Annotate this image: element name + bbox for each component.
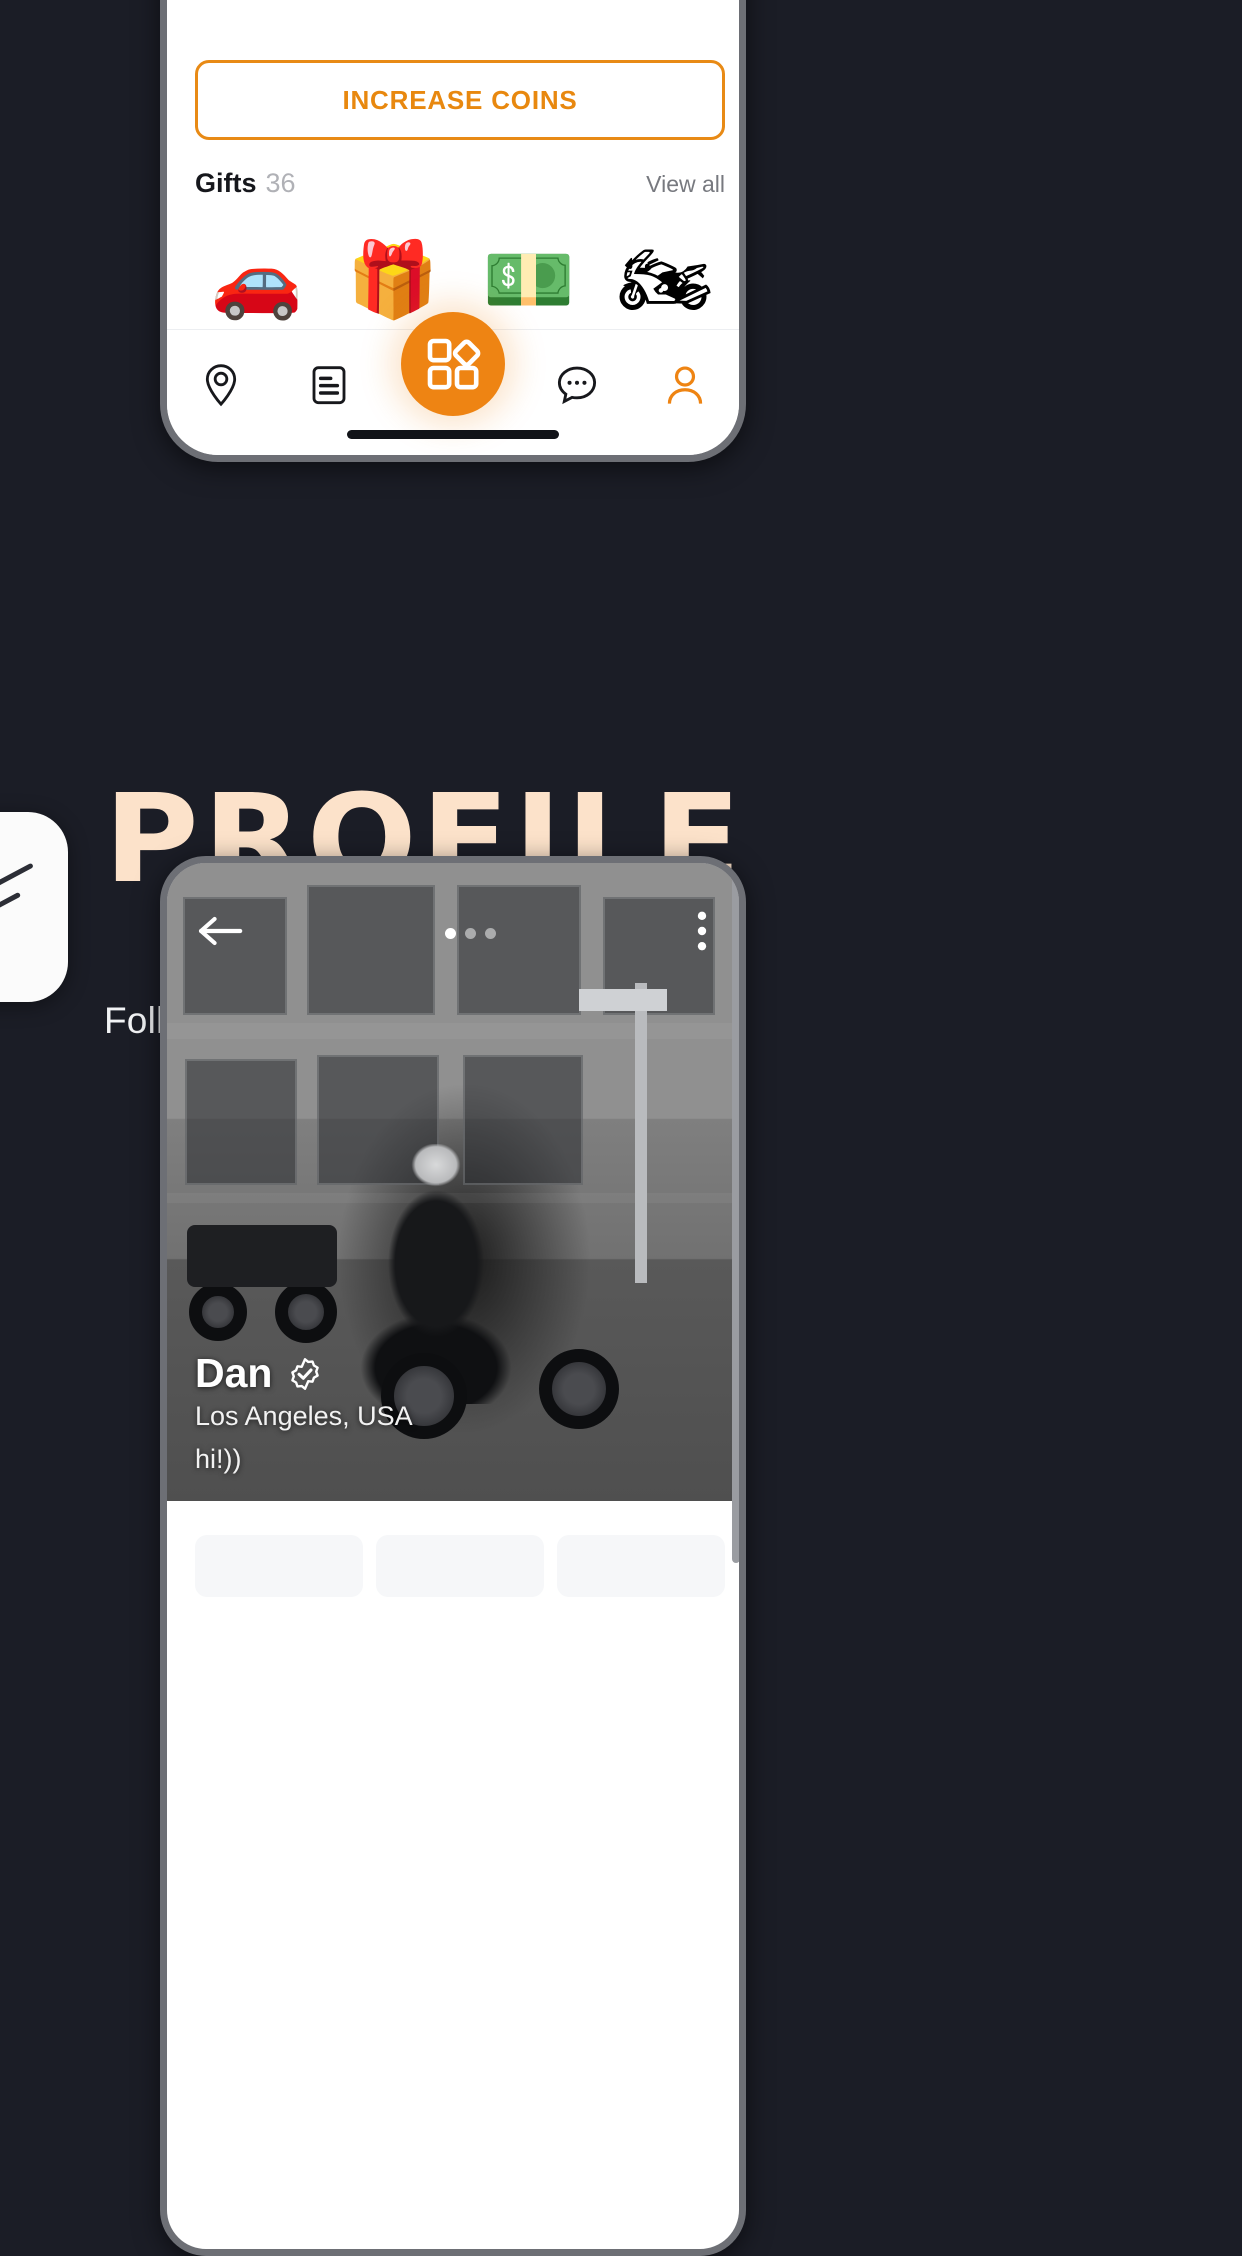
nav-item-feed[interactable] xyxy=(293,354,365,416)
more-options-button[interactable] xyxy=(695,910,709,957)
decor-window xyxy=(185,1059,297,1185)
nav-item-chat[interactable] xyxy=(541,354,613,416)
profile-location: Los Angeles, USA xyxy=(195,1401,413,1431)
profile-stat-coins[interactable] xyxy=(195,1535,363,1597)
back-button[interactable] xyxy=(197,914,245,953)
feed-icon xyxy=(312,366,346,405)
apps-grid-icon xyxy=(427,338,481,390)
carousel-dot[interactable] xyxy=(484,927,496,939)
increase-coins-label: INCREASE COINS xyxy=(342,84,578,115)
decor-scooter xyxy=(187,1225,337,1287)
decor-wheel xyxy=(275,1281,337,1343)
profile-stat-subscribers[interactable] xyxy=(376,1535,544,1597)
profile-name-row: Dan xyxy=(195,1350,699,1397)
money-stack-gift-icon: 💵 xyxy=(482,238,576,321)
profile-stat-subscriptions[interactable] xyxy=(557,1535,725,1597)
hero-top-bar xyxy=(167,863,739,1003)
scrollbar[interactable] xyxy=(732,863,739,1563)
carousel-dot[interactable] xyxy=(464,927,476,939)
more-vertical-icon xyxy=(697,911,707,950)
list-item[interactable]: 🚗 xyxy=(189,220,325,340)
carousel-dot-active[interactable] xyxy=(444,927,456,939)
profile-stats-row xyxy=(195,1535,725,1597)
home-indicator xyxy=(347,430,559,439)
sports-car-gift-icon: 🚗 xyxy=(210,238,304,321)
decor-pole xyxy=(635,983,647,1283)
nav-item-map[interactable] xyxy=(185,354,257,416)
gifts-title: Gifts xyxy=(195,168,257,198)
gifts-title-group: Gifts 36 xyxy=(195,168,296,199)
decor-band xyxy=(167,1023,739,1039)
nav-item-profile[interactable] xyxy=(649,354,721,416)
increase-coins-button[interactable]: INCREASE COINS xyxy=(195,60,725,140)
gifts-count: 36 xyxy=(265,168,296,198)
chat-bubble-icon xyxy=(557,366,597,405)
gifts-view-all-link[interactable]: View all xyxy=(646,171,725,198)
profile-info-overlay: Dan Los Angeles, USA hi!)) xyxy=(195,1350,699,1475)
profile-bio: hi!)) xyxy=(195,1444,242,1474)
profile-hero-image: Dan Los Angeles, USA hi!)) xyxy=(167,863,739,1501)
person-icon xyxy=(667,366,703,404)
bottom-phone-mockup: Dan Los Angeles, USA hi!)) xyxy=(160,856,746,2256)
nav-item-apps-fab[interactable] xyxy=(401,312,505,416)
map-pin-icon xyxy=(205,364,237,407)
list-item[interactable]: 🏍 xyxy=(597,220,733,340)
decor-wheel xyxy=(189,1283,247,1341)
top-phone-mockup: Coins Subscribers Subscriptions INCREASE… xyxy=(160,0,746,462)
profile-name: Dan xyxy=(195,1350,273,1396)
gifts-header: Gifts 36 View all xyxy=(195,168,725,199)
verified-badge-icon xyxy=(291,1357,320,1390)
carousel-indicator[interactable] xyxy=(444,927,496,939)
back-arrow-icon xyxy=(198,916,243,945)
decorative-bubble xyxy=(0,812,68,1002)
gift-box-gift-icon: 🎁 xyxy=(346,238,440,321)
motorcycle-gift-icon: 🏍 xyxy=(618,238,712,321)
